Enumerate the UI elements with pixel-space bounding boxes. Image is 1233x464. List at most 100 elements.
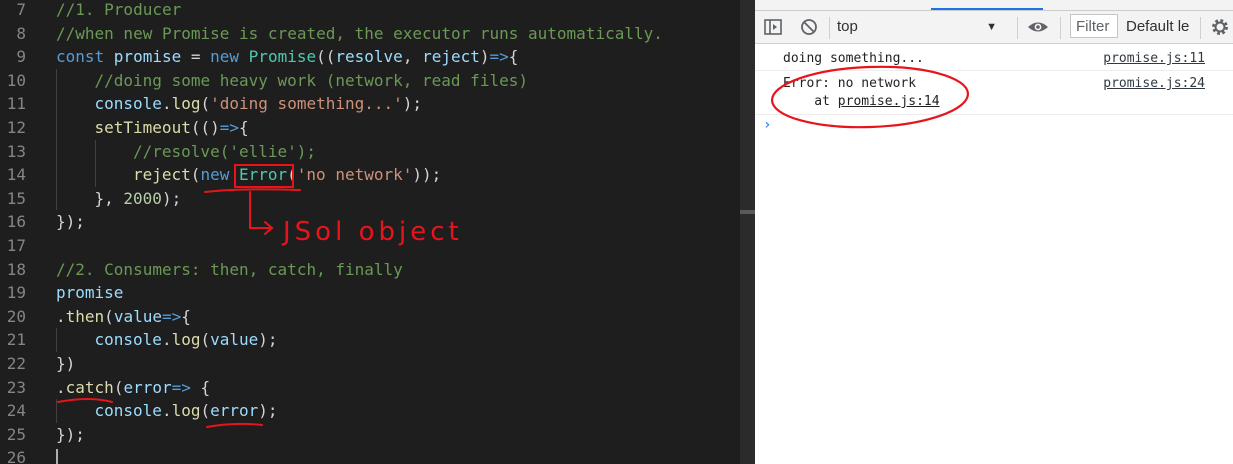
code-line[interactable]: 17: [0, 234, 740, 258]
console-message: doing something... promise.js:11: [755, 46, 1233, 71]
code-line[interactable]: 12 setTimeout(()=>{: [0, 116, 740, 140]
line-number: 11: [6, 94, 26, 114]
code-line[interactable]: 13 //resolve('ellie');: [0, 139, 740, 164]
code-token: error: [123, 377, 172, 397]
code-line[interactable]: 7 //1. Producer: [0, 0, 740, 22]
clear-console-icon[interactable]: [799, 17, 819, 37]
indent-guide: [94, 139, 96, 164]
code-line[interactable]: 9 const promise = new Promise((resolve, r…: [0, 45, 740, 69]
code-token: .: [161, 94, 172, 114]
code-token: //resolve('ellie');: [133, 141, 317, 161]
code-token: {: [508, 47, 519, 67]
code-text: console.log(value);: [95, 328, 278, 352]
line-number: 19: [6, 283, 26, 303]
code-token: ): [479, 47, 490, 67]
code-token: =>: [489, 47, 509, 67]
live-expression-eye-icon[interactable]: [1027, 17, 1048, 37]
line-number: 22: [6, 354, 26, 373]
code-line[interactable]: 21 console.log(value);: [0, 328, 740, 352]
code-text: });: [56, 210, 85, 234]
code-token: 'no network': [296, 165, 413, 185]
code-token: );: [161, 188, 182, 208]
code-line[interactable]: 26: [0, 446, 740, 464]
code-text: //doing some heavy work (network, read f…: [95, 69, 528, 93]
code-token: //when new Promise is created, the execu…: [56, 23, 663, 43]
line-number: 9: [16, 47, 26, 67]
line-number: 16: [6, 212, 26, 232]
code-token: .: [56, 377, 66, 397]
line-number: 26: [6, 448, 26, 464]
line-number: 15: [6, 188, 26, 208]
code-text: });: [56, 423, 85, 447]
code-line[interactable]: 24 console.log(error);: [0, 399, 740, 423]
code-token: reject: [133, 165, 191, 185]
code-token: //doing some heavy work (network, read f…: [94, 70, 528, 90]
code-token: (: [104, 306, 114, 326]
line-number: 14: [6, 165, 26, 185]
code-token: then: [65, 306, 105, 326]
code-text: setTimeout(()=>{: [95, 116, 249, 140]
console-message-source-link[interactable]: promise.js:11: [1103, 51, 1205, 66]
code-token: =: [181, 47, 211, 67]
code-token: resolve: [335, 47, 403, 67]
context-selector-value: top: [837, 18, 858, 35]
console-error-text: Error: no network: [783, 76, 917, 91]
code-token: {: [181, 306, 191, 326]
code-token: ((): [190, 118, 220, 137]
line-number: 12: [6, 118, 26, 137]
code-text: }, 2000);: [95, 187, 182, 211]
log-levels-dropdown[interactable]: Default le: [1126, 13, 1190, 41]
filter-input[interactable]: Filter: [1070, 14, 1118, 38]
console-message-text: doing something...: [783, 51, 924, 66]
code-line[interactable]: 11 console.log('doing something...');: [0, 92, 740, 116]
code-token: (: [190, 165, 201, 185]
code-token: //2. Consumers: then, catch, finally: [56, 259, 403, 279]
line-number: 20: [6, 306, 26, 326]
code-token: catch: [65, 377, 114, 397]
code-line[interactable]: 22}): [0, 352, 740, 376]
code-token: log: [171, 94, 201, 114]
code-token: });: [56, 212, 85, 232]
code-line[interactable]: 10 //doing some heavy work (network, read…: [0, 68, 740, 93]
code-token: =>: [161, 306, 182, 326]
stack-source-link[interactable]: promise.js:14: [838, 94, 940, 109]
code-line[interactable]: 20 .then(value=>{: [0, 305, 740, 329]
code-token: reject: [422, 47, 480, 67]
text-cursor: [56, 449, 58, 464]
code-line[interactable]: 14 reject(new Error('no network'));: [0, 163, 740, 187]
code-editor[interactable]: 7 //1. Producer 8 //when new Promise is cre…: [0, 0, 740, 464]
console-message-source-link[interactable]: promise.js:24: [1103, 76, 1205, 91]
code-text: }): [56, 352, 75, 376]
code-line[interactable]: 23 .catch(error=> {: [0, 376, 740, 400]
code-line[interactable]: 8 //when new Promise is created, the exec…: [0, 22, 740, 46]
code-text: promise: [56, 281, 123, 305]
settings-gear-icon[interactable]: [1210, 17, 1230, 37]
toolbar-separator: [1017, 17, 1018, 39]
code-line[interactable]: 19 promise: [0, 281, 740, 305]
dropdown-arrow-icon: ▼: [986, 21, 997, 33]
line-number: 8: [16, 23, 26, 43]
indent-guide: [56, 92, 57, 116]
context-selector[interactable]: top ▼: [837, 13, 1007, 41]
line-number: 24: [6, 401, 26, 421]
code-line[interactable]: 18 //2. Consumers: then, catch, finally: [0, 258, 740, 282]
code-line[interactable]: 16});: [0, 210, 740, 234]
editor-scrollbar-thumb[interactable]: [740, 210, 755, 214]
code-token: log: [171, 401, 201, 421]
code-token: promise: [113, 47, 182, 67]
code-token: (: [200, 94, 211, 114]
line-number: 7: [16, 0, 26, 19]
indent-guide: [56, 139, 57, 164]
code-line[interactable]: 15 }, 2000);: [0, 186, 740, 211]
code-line[interactable]: 25});: [0, 423, 740, 447]
code-token: {: [200, 377, 211, 397]
show-sidebar-icon[interactable]: [763, 17, 783, 37]
line-number: 21: [6, 330, 26, 350]
code-token: );: [258, 401, 278, 421]
line-number: 17: [6, 236, 26, 255]
code-text: reject(new Error('no network'));: [133, 163, 441, 187]
console-prompt-chevron[interactable]: ›: [763, 117, 771, 133]
console-error-stack-line: at promise.js:14: [783, 94, 940, 109]
editor-scrollbar[interactable]: [740, 0, 755, 464]
indent-guide: [56, 163, 57, 187]
